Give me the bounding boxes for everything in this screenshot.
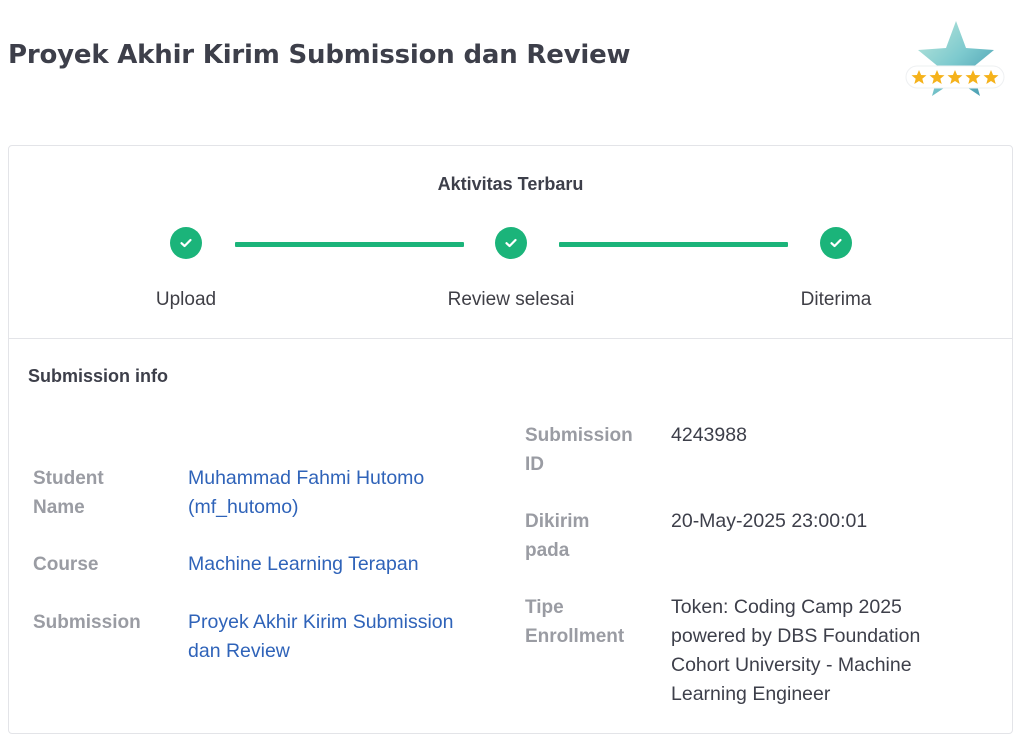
sent-date-value: 20-May-2025 23:00:01	[671, 510, 868, 532]
step-label-accepted: Diterima	[800, 289, 872, 310]
submission-id-value: 4243988	[671, 424, 747, 446]
submission-label: Submission	[33, 612, 141, 633]
step-label-review: Review selesai	[447, 289, 575, 310]
activity-title: Aktivitas Terbaru	[437, 174, 584, 194]
step-label-upload: Upload	[155, 289, 217, 310]
page-title: Proyek Akhir Kirim Submission dan Review	[8, 40, 631, 70]
step-accepted-check-icon	[820, 227, 852, 259]
enrollment-type-value: Token: Coding Camp 2025 powered by DBS F…	[671, 596, 921, 705]
step-connector	[559, 242, 788, 247]
course-link[interactable]: Machine Learning Terapan	[188, 550, 488, 579]
sent-date-label: Dikirim pada	[525, 511, 590, 561]
step-connector	[235, 242, 464, 247]
student-name-link[interactable]: Muhammad Fahmi Hutomo (mf_hutomo)	[188, 464, 478, 522]
submission-id-label: Submission ID	[525, 425, 633, 475]
submission-link[interactable]: Proyek Akhir Kirim Submission dan Review	[188, 608, 478, 666]
step-review-check-icon	[495, 227, 527, 259]
student-name-label: Student Name	[33, 468, 104, 518]
enrollment-type-label: Tipe Enrollment	[525, 597, 625, 647]
activity-timeline: Aktivitas Terbaru Upload Review selesai …	[9, 146, 1012, 339]
submission-info-title: Submission info	[28, 366, 169, 386]
course-label: Course	[33, 554, 99, 575]
star-rating-badge-icon	[902, 18, 1008, 102]
step-upload-check-icon	[170, 227, 202, 259]
submission-card: Aktivitas Terbaru Upload Review selesai …	[8, 145, 1013, 734]
